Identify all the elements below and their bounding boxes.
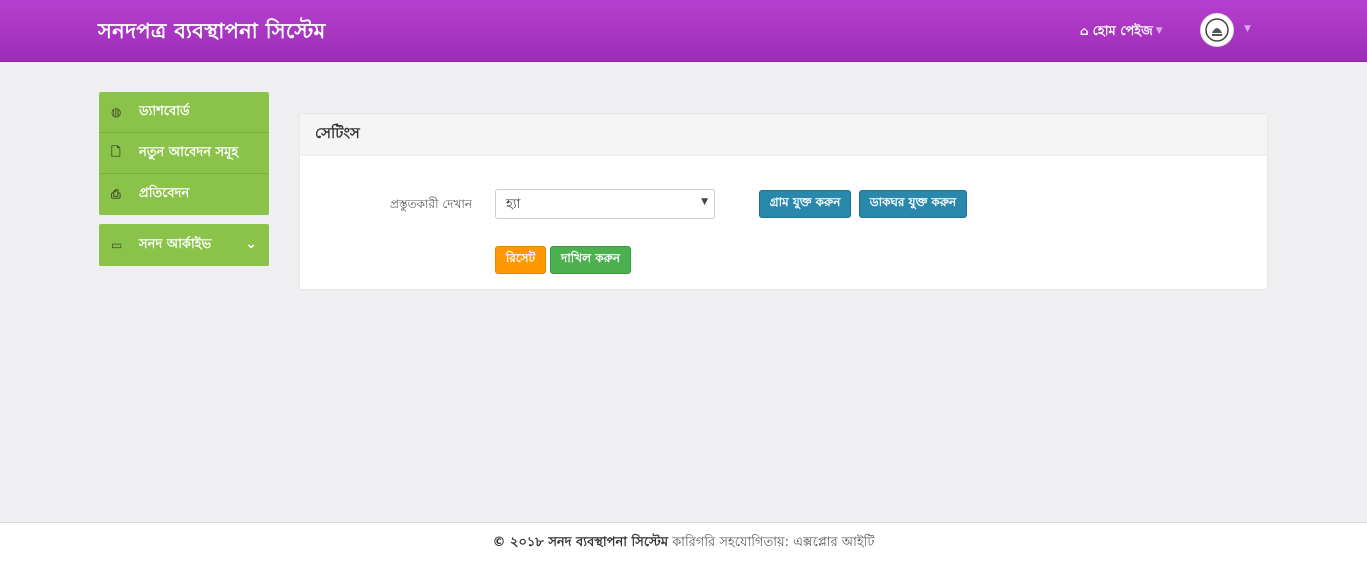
submit-button[interactable]: দাখিল করুন [550,246,631,274]
add-postoffice-button[interactable]: ডাকঘর যুক্ত করুন [859,190,967,218]
emblem-logo-icon [1205,18,1229,42]
settings-panel: সেটিংস প্রস্তুতকারী দেখান হ্যা ▼ গ্রাম য… [299,113,1268,290]
sidebar-item-label: প্রতিবেদন [139,186,190,201]
sidebar-item-certificate-archive[interactable]: ▭ সনদ আর্কাইভ ⌄ [99,224,269,266]
sidebar-item-dashboard[interactable]: ◍ ড্যাশবোর্ড [99,92,269,133]
avatar[interactable] [1200,13,1234,47]
chevron-down-icon: ⌄ [245,236,257,252]
home-link-label: হোম পেইজ [1092,24,1153,39]
sidebar-menu: ◍ ড্যাশবোর্ড 🗋 নতুন আবেদন সমূহ ⎙ প্রতিবে… [99,92,269,215]
footer: © ২০১৮ সনদ ব্যবস্থাপনা সিস্টেম কারিগরি স… [0,522,1367,564]
home-icon: ⌂ [1080,24,1089,38]
panel-title: সেটিংস [300,114,1267,156]
sidebar-item-label: সনদ আর্কাইভ [139,236,212,252]
user-menu-caret-icon[interactable]: ▼ [1244,24,1251,34]
dashboard-icon: ◍ [111,105,122,119]
sidebar: ◍ ড্যাশবোর্ড 🗋 নতুন আবেদন সমূহ ⎙ প্রতিবে… [99,92,269,266]
sidebar-item-reports[interactable]: ⎙ প্রতিবেদন [99,174,269,215]
add-village-button[interactable]: গ্রাম যুক্ত করুন [759,190,851,218]
sidebar-item-label: ড্যাশবোর্ড [139,103,190,119]
footer-copyright: © ২০১৮ সনদ ব্যবস্থাপনা সিস্টেম [492,535,669,550]
dropdown-arrow-icon: ▼ [701,197,708,207]
inbox-icon: ▭ [111,238,123,252]
select-value: হ্যা [506,197,521,212]
show-preparer-select[interactable]: হ্যা ▼ [495,189,715,219]
footer-credit: কারিগরি সহযোগিতায়: এক্সপ্লোর আইটি [672,535,875,550]
sidebar-item-new-applications[interactable]: 🗋 নতুন আবেদন সমূহ [99,133,269,174]
app-title[interactable]: সনদপত্র ব্যবস্থাপনা সিস্টেম [98,15,326,50]
chevron-down-icon: ▼ [1155,26,1163,36]
show-preparer-label: প্রস্তুতকারী দেখান [390,197,473,211]
sidebar-item-label: নতুন আবেদন সমূহ [139,144,239,160]
top-navbar: সনদপত্র ব্যবস্থাপনা সিস্টেম ⌂ হোম পেইজ ▼ ▼ [0,0,1367,62]
reset-button[interactable]: রিসেট [495,246,546,274]
home-page-link[interactable]: ⌂ হোম পেইজ ▼ [1080,22,1163,43]
print-icon: ⎙ [111,187,121,201]
file-icon: 🗋 [111,144,121,159]
